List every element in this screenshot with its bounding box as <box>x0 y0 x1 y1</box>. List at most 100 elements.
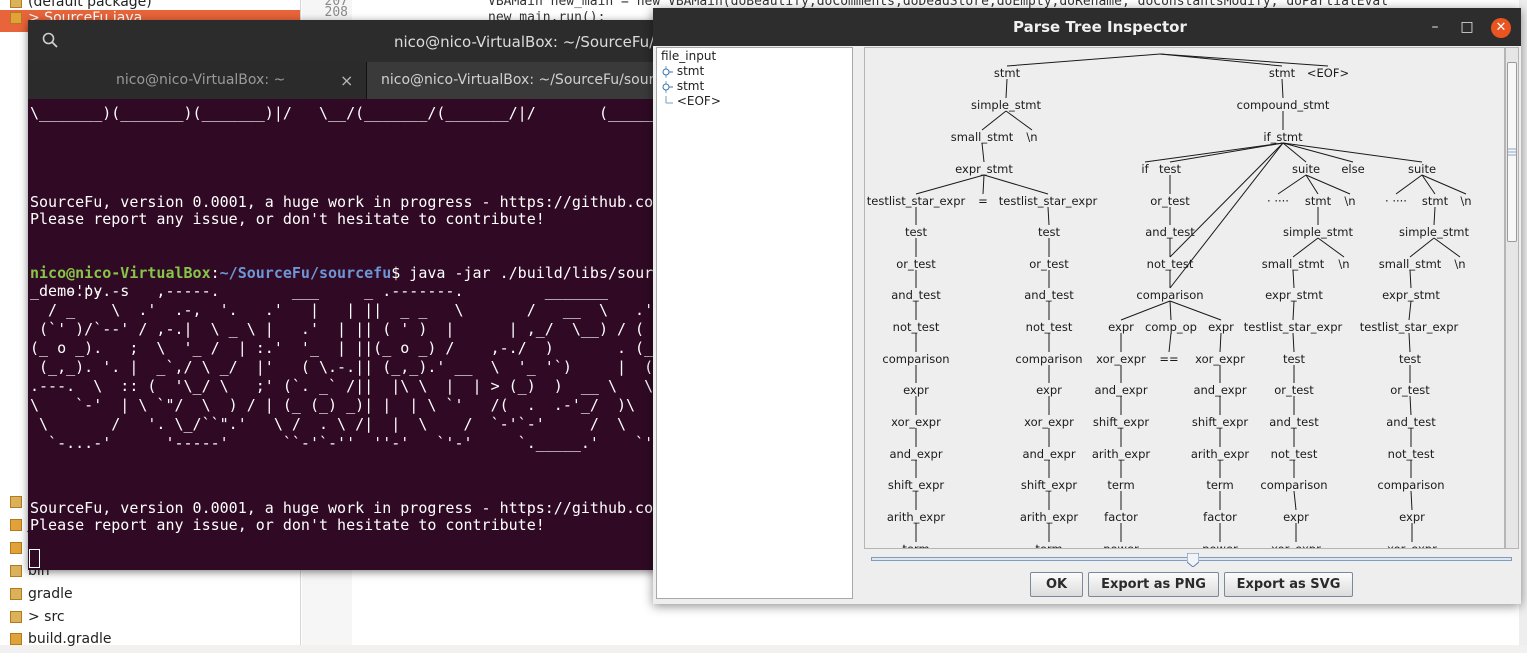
minimize-icon[interactable]: – <box>1428 20 1442 34</box>
terminal-output[interactable]: \_______)(_______)(_______)|/ \__/(_____… <box>28 99 658 570</box>
tree-node-xor-expr[interactable]: xor_expr <box>1024 415 1074 429</box>
parse-tree-outline[interactable]: file_input stmt stmt <EOF> <box>656 47 853 599</box>
code-editor[interactable]: 207 208 VBAMain new_main = new VBAMain(d… <box>302 0 1388 645</box>
export-png-button[interactable]: Export as PNG <box>1088 572 1219 597</box>
tree-node-not-test[interactable]: not_test <box>1147 257 1194 271</box>
tree-node-arith-expr[interactable]: arith_expr <box>1191 447 1249 461</box>
tree-node-not-test[interactable]: not_test <box>1271 447 1318 461</box>
tree-node-and-test[interactable]: and_test <box>1269 415 1319 429</box>
tree-node-test[interactable]: test <box>1283 352 1306 366</box>
tree-node-test[interactable]: test <box>1399 352 1422 366</box>
tree-node-and-test[interactable]: and_test <box>1145 225 1195 239</box>
tree-node-dots[interactable]: · ···· <box>1267 194 1289 208</box>
tree-node-shift-expr[interactable]: shift_expr <box>888 478 945 492</box>
tree-node-stmt1[interactable]: stmt <box>1422 194 1449 208</box>
tree-node-eof[interactable]: <EOF> <box>661 94 721 108</box>
parse-tree-inspector-window[interactable]: Parse Tree Inspector – □ ✕ file_input st… <box>653 8 1521 604</box>
parse-tree-canvas[interactable]: stmt stmt <EOF> simple_stmt compound_stmtsma… <box>864 47 1505 549</box>
tree-node-xor-expr[interactable]: xor_expr <box>1195 352 1245 366</box>
tree-node-expr-stmt[interactable]: expr_stmt <box>1265 288 1323 302</box>
tree-node-eof[interactable]: <EOF> <box>1307 66 1349 80</box>
explorer-item[interactable]: build.gradle <box>0 631 112 653</box>
tree-node-comp-op[interactable]: comp_op <box>1145 320 1197 334</box>
tree-node-or-test[interactable]: or_test <box>896 257 936 271</box>
expand-handle-icon[interactable] <box>661 65 673 78</box>
tree-node-term[interactable]: term <box>1206 478 1233 492</box>
tree-node-stmt[interactable]: stmt <box>661 64 704 78</box>
tree-node-or-test[interactable]: or_test <box>1390 383 1430 397</box>
tree-node-suite[interactable]: suite <box>1408 162 1436 176</box>
tree-node-stmt2[interactable]: stmt <box>1269 66 1296 80</box>
tree-node-if-stmt[interactable]: if_stmt <box>1263 130 1303 144</box>
tree-node-newline[interactable]: \n <box>1454 257 1465 271</box>
tree-node-factor[interactable]: factor <box>1104 510 1138 524</box>
terminal-tab-home[interactable]: nico@nico-VirtualBox: ~ × <box>28 62 366 99</box>
tree-node-newline[interactable]: \n <box>1026 130 1037 144</box>
tree-node-testlist-star-expr[interactable]: testlist_star_expr <box>1244 320 1343 334</box>
tree-node-and-expr[interactable]: and_expr <box>1022 447 1075 461</box>
tree-node-or-test[interactable]: or_test <box>1150 194 1190 208</box>
tree-node-expr[interactable]: expr <box>1036 383 1062 397</box>
tree-node-suite[interactable]: suite <box>1292 162 1320 176</box>
tree-node-xor-expr[interactable]: xor_expr <box>891 415 941 429</box>
explorer-item[interactable]: > src <box>0 609 65 631</box>
tree-node-small-stmt[interactable]: small_stmt <box>1262 257 1325 271</box>
tree-node-and-expr[interactable]: and_expr <box>889 447 942 461</box>
tree-node-arith-expr[interactable]: arith_expr <box>1020 510 1078 524</box>
search-icon[interactable] <box>42 32 58 48</box>
tree-node-comparison[interactable]: comparison <box>1377 478 1444 492</box>
tree-node-and-expr[interactable]: and_expr <box>1094 383 1147 397</box>
tree-node-power[interactable]: power <box>1202 542 1238 549</box>
ok-button[interactable]: OK <box>1030 572 1083 597</box>
terminal-tab-sourcefu[interactable]: nico@nico-VirtualBox: ~/SourceFu/sour <box>366 62 658 99</box>
export-svg-button[interactable]: Export as SVG <box>1224 572 1353 597</box>
tree-node-test[interactable]: test <box>1038 225 1061 239</box>
tree-root-node[interactable]: file_input <box>661 49 716 63</box>
tree-node-compound-stmt[interactable]: compound_stmt <box>1237 98 1330 112</box>
tree-node-eq[interactable]: = <box>978 194 988 208</box>
tree-node-if[interactable]: if <box>1141 162 1149 176</box>
tree-node-and-test[interactable]: and_test <box>891 288 941 302</box>
tree-node-term[interactable]: term <box>902 542 929 549</box>
tree-node-expr-stmt[interactable]: expr_stmt <box>955 162 1013 176</box>
tree-node-expr[interactable]: expr <box>1108 320 1134 334</box>
tree-node-arith-expr[interactable]: arith_expr <box>887 510 945 524</box>
tree-node-testlist-star-expr[interactable]: testlist_star_expr <box>867 194 966 208</box>
scrollbar-thumb[interactable] <box>1507 62 1517 242</box>
tree-node-shift-expr[interactable]: shift_expr <box>1192 415 1249 429</box>
tree-node-or-test[interactable]: or_test <box>1029 257 1069 271</box>
tree-node-testlist-star-expr[interactable]: testlist_star_expr <box>999 194 1098 208</box>
tree-node-not-test[interactable]: not_test <box>1026 320 1073 334</box>
tree-node-eqeq[interactable]: == <box>1159 352 1178 366</box>
tree-node-or-test[interactable]: or_test <box>1274 383 1314 397</box>
terminal-titlebar[interactable]: nico@nico-VirtualBox: ~/SourceFu/so <box>28 20 658 62</box>
slider-thumb[interactable] <box>1187 553 1199 567</box>
tree-node-xor-expr[interactable]: xor_expr <box>1096 352 1146 366</box>
tree-node-newline[interactable]: \n <box>1338 257 1349 271</box>
tree-node-comparison[interactable]: comparison <box>1260 478 1327 492</box>
tree-node-newline[interactable]: \n <box>1344 194 1355 208</box>
tree-node-shift-expr[interactable]: shift_expr <box>1021 478 1078 492</box>
tree-node-arith-expr[interactable]: arith_expr <box>1092 447 1150 461</box>
tree-node-expr[interactable]: expr <box>1208 320 1234 334</box>
close-tab-icon[interactable]: × <box>340 62 353 99</box>
tree-node-xor-expr[interactable]: xor_expr <box>1387 542 1437 549</box>
vertical-scrollbar[interactable] <box>1505 47 1519 549</box>
zoom-slider[interactable] <box>871 553 1512 567</box>
tree-node-not-test[interactable]: not_test <box>1388 447 1435 461</box>
tree-node-not-test[interactable]: not_test <box>893 320 940 334</box>
close-icon[interactable]: ✕ <box>1491 18 1511 38</box>
tree-node-small-stmt[interactable]: small_stmt <box>1379 257 1442 271</box>
tree-node-simple-stmt[interactable]: simple_stmt <box>971 98 1041 112</box>
tree-node-term[interactable]: term <box>1107 478 1134 492</box>
tree-node-term[interactable]: term <box>1035 542 1062 549</box>
tree-node-expr-stmt[interactable]: expr_stmt <box>1382 288 1440 302</box>
tree-node-simple-stmt[interactable]: simple_stmt <box>1399 225 1469 239</box>
tree-node-shift-expr[interactable]: shift_expr <box>1093 415 1150 429</box>
tree-node-expr[interactable]: expr <box>1283 510 1309 524</box>
expand-handle-icon[interactable] <box>661 80 673 93</box>
tree-node-expr[interactable]: expr <box>903 383 929 397</box>
tree-node-and-test[interactable]: and_test <box>1386 415 1436 429</box>
tree-node-newline[interactable]: \n <box>1460 194 1471 208</box>
tree-node-expr[interactable]: expr <box>1399 510 1425 524</box>
